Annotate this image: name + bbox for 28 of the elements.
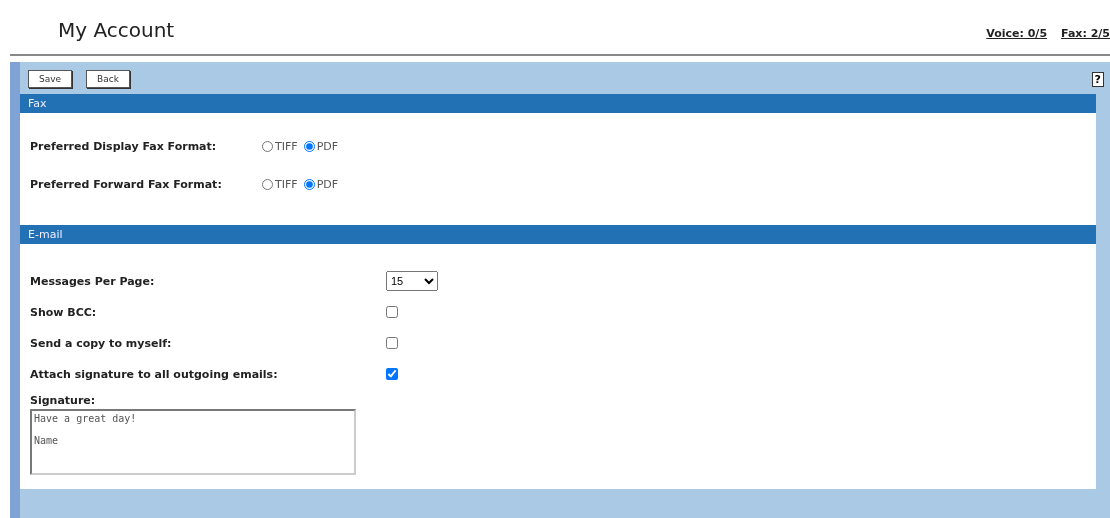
toolbar-button[interactable]: Save [28, 70, 73, 88]
radio-label: PDF [316, 139, 339, 153]
section-header: Fax [20, 94, 1096, 113]
section-header: E-mail [20, 225, 1096, 244]
dropdown[interactable]: 15 [386, 271, 438, 291]
field-label: Signature: [30, 394, 97, 407]
field-label: Preferred Display Fax Format: [30, 139, 218, 153]
radio-button[interactable] [303, 178, 315, 190]
radio-label: TIFF [275, 139, 298, 153]
field-label: Show BCC: [30, 305, 98, 319]
quota-link[interactable]: Fax: 2/5 [1061, 27, 1110, 40]
field-label: Send a copy to myself: [30, 336, 173, 350]
field-label: Preferred Forward Fax Format: [30, 177, 223, 191]
radio-button[interactable] [262, 140, 273, 152]
radio-label: TIFF [275, 177, 298, 191]
field-label: Attach signature to all outgoing emails: [30, 367, 279, 381]
help-button[interactable]: ? [1091, 71, 1104, 87]
checkbox[interactable] [386, 337, 398, 349]
toolbar-button[interactable]: Back [86, 70, 130, 88]
field-label: Messages Per Page: [30, 274, 156, 288]
checkbox[interactable] [386, 306, 398, 318]
radio-button[interactable] [303, 140, 315, 152]
radio-label: PDF [316, 177, 339, 191]
quota-link[interactable]: Voice: 0/5 [986, 27, 1048, 40]
radio-button[interactable] [262, 178, 273, 190]
signature-field[interactable]: Have a great day! Name [30, 409, 356, 475]
page-title: My Account [58, 18, 175, 42]
checkbox[interactable] [386, 368, 398, 380]
